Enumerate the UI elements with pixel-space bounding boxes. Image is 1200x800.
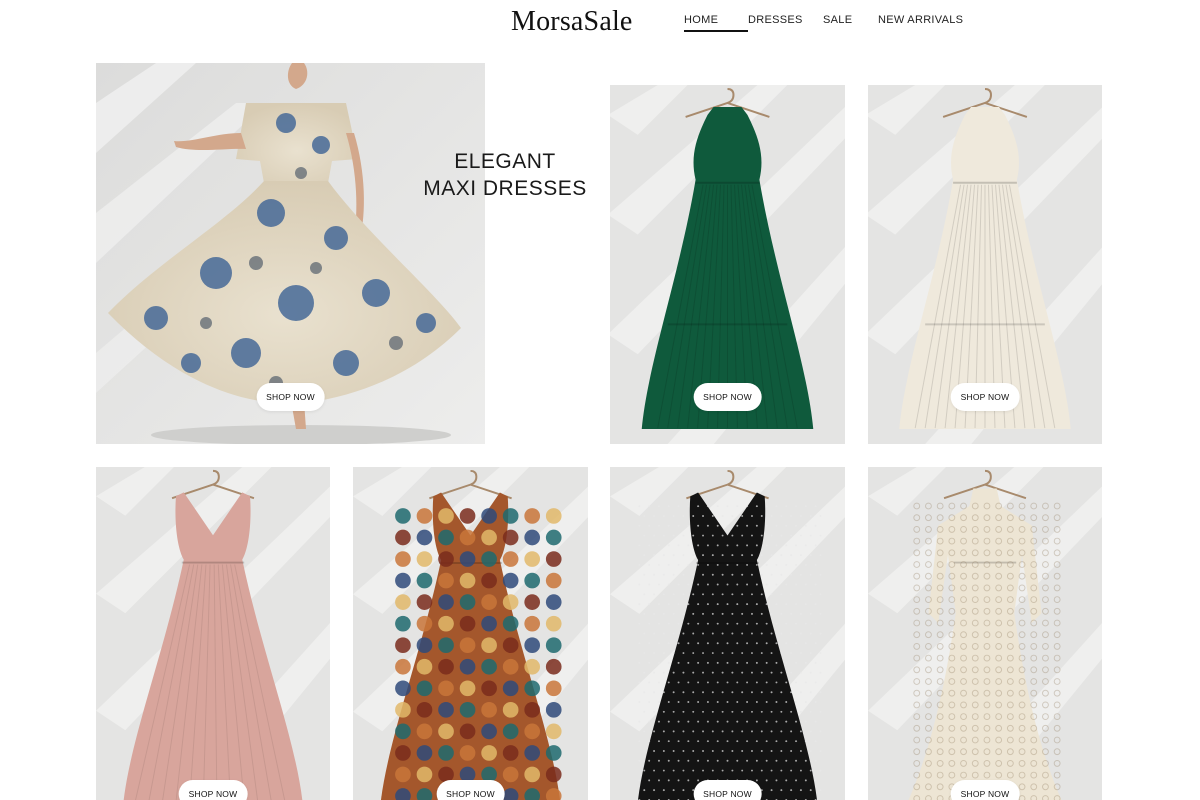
product-card[interactable]: SHOP NOW: [610, 467, 845, 800]
hero-title: ELEGANT MAXI DRESSES: [420, 148, 590, 202]
main-nav: HOME DRESSES SALE NEW ARRIVALS: [684, 14, 968, 32]
product-card[interactable]: SHOP NOW: [868, 467, 1102, 800]
product-card[interactable]: SHOP NOW: [868, 85, 1102, 444]
product-image: [868, 467, 1102, 800]
product-card[interactable]: SHOP NOW: [610, 85, 845, 444]
shop-now-button[interactable]: SHOP NOW: [693, 383, 762, 411]
shop-now-button[interactable]: SHOP NOW: [950, 383, 1020, 411]
nav-sale[interactable]: SALE: [823, 14, 878, 32]
hero-title-line-2: MAXI DRESSES: [423, 177, 587, 200]
product-image: [96, 467, 330, 800]
hero-shop-now-button[interactable]: SHOP NOW: [256, 383, 325, 411]
nav-home[interactable]: HOME: [684, 14, 748, 32]
shop-now-button[interactable]: SHOP NOW: [178, 780, 248, 800]
shop-now-button[interactable]: SHOP NOW: [436, 780, 505, 800]
product-card[interactable]: SHOP NOW: [353, 467, 588, 800]
nav-new-arrivals[interactable]: NEW ARRIVALS: [878, 14, 968, 32]
hero-image[interactable]: SHOP NOW: [96, 63, 485, 444]
hero-title-line-1: ELEGANT: [454, 150, 556, 173]
nav-dresses[interactable]: DRESSES: [748, 14, 823, 32]
product-card[interactable]: SHOP NOW: [96, 467, 330, 800]
brand-logo[interactable]: MorsaSale: [511, 6, 633, 38]
shop-now-button[interactable]: SHOP NOW: [950, 780, 1020, 800]
product-image: [353, 467, 588, 800]
product-image: [610, 467, 845, 800]
shop-now-button[interactable]: SHOP NOW: [693, 780, 762, 800]
